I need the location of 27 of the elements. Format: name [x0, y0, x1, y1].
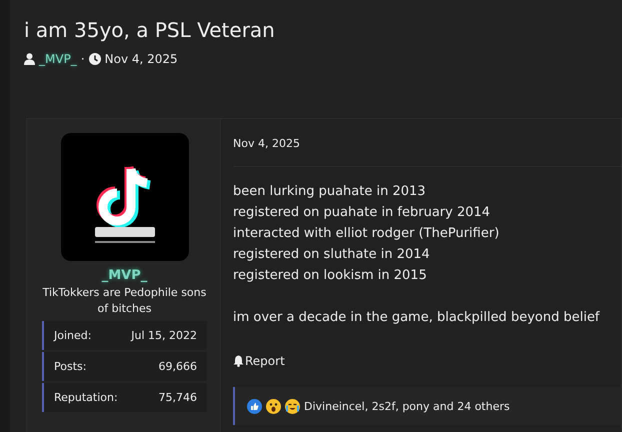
stat-label: Posts: — [54, 360, 86, 373]
thread-date: Nov 4, 2025 — [104, 52, 178, 66]
stat-label: Reputation: — [54, 391, 118, 404]
stat-value: 75,746 — [158, 391, 197, 404]
author-link[interactable]: _MVP_ — [39, 52, 77, 66]
post-line: registered on puahate in february 2014 — [233, 204, 492, 222]
post-line: im over a decade in the game, blackpilled beyond belief — [233, 309, 601, 327]
report-link[interactable]: Report — [233, 354, 285, 368]
reaction-summary[interactable]: Divineincel, 2s2f, pony and 24 others — [304, 400, 510, 412]
separator: · — [80, 52, 85, 66]
crying-face-icon[interactable] — [285, 398, 300, 414]
thumbs-up-icon[interactable] — [247, 398, 262, 414]
surprised-face-icon[interactable] — [266, 398, 281, 414]
bell-icon — [233, 355, 244, 367]
post-date[interactable]: Nov 4, 2025 — [233, 137, 621, 167]
user-icon — [24, 53, 35, 65]
post-line: registered on sluthate in 2014 — [233, 246, 431, 264]
clock-icon — [88, 53, 101, 65]
post-line: registered on lookism in 2015 — [233, 267, 428, 285]
user-title: TikTokkers are Pedophile sons of bitches — [42, 285, 208, 317]
stat-value: Jul 15, 2022 — [131, 329, 197, 342]
stat-value: 69,666 — [158, 360, 197, 373]
post-line: been lurking puahate in 2013 — [233, 183, 427, 201]
post-line: interacted with elliot rodger (ThePurifier) — [233, 225, 500, 243]
username-link[interactable]: _MVP_ — [102, 268, 148, 283]
thread-title: i am 35yo, a PSL Veteran — [24, 17, 276, 44]
stat-label: Joined: — [54, 329, 92, 342]
